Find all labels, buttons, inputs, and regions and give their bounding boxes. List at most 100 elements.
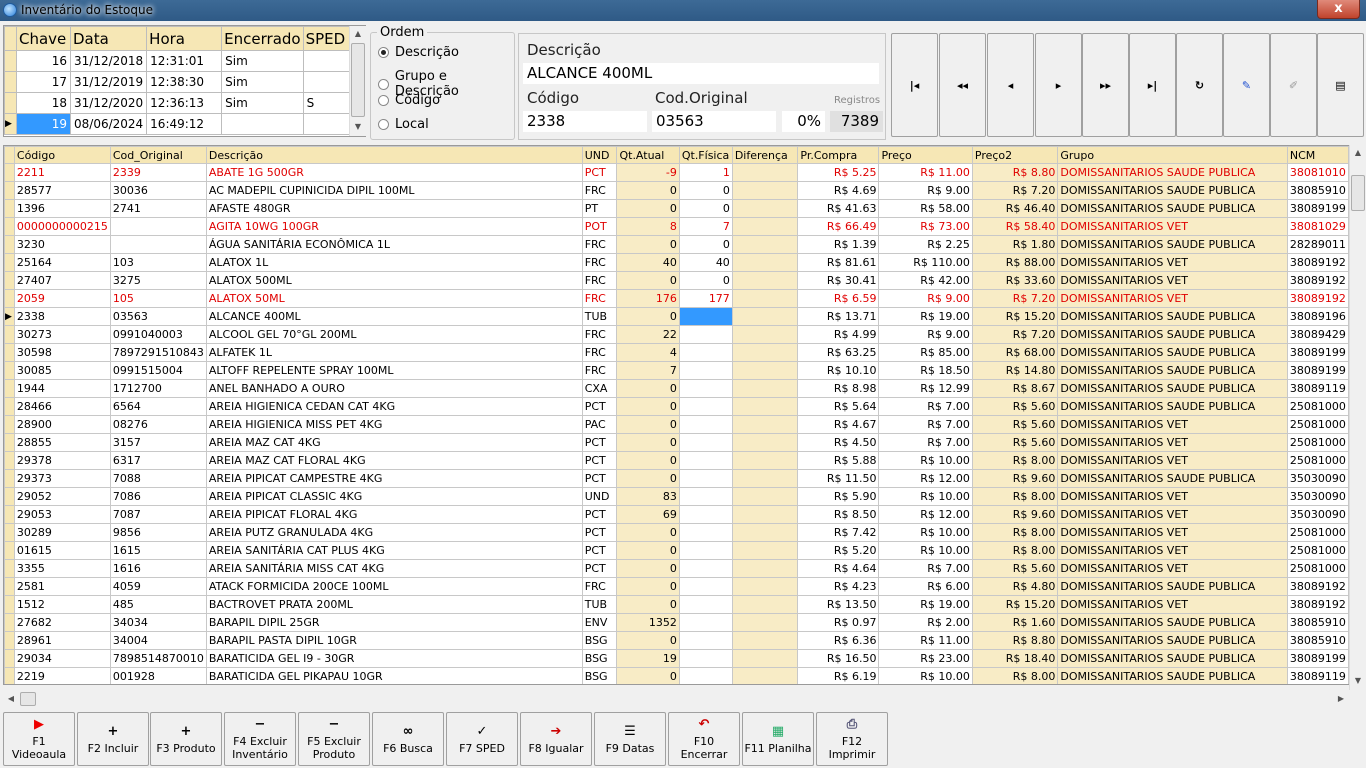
radio-dot[interactable] bbox=[378, 47, 389, 58]
cell-grupo[interactable]: DOMISSANITARIOS SAUDE PUBLICA bbox=[1057, 343, 1288, 362]
cell-diferenca[interactable] bbox=[731, 325, 799, 344]
cell-preco2[interactable]: R$ 7.20 bbox=[971, 325, 1059, 344]
cell-descricao[interactable]: AREIA PUTZ GRANULADA 4KG bbox=[205, 523, 583, 542]
cell-diferenca[interactable] bbox=[731, 397, 799, 416]
cell-preco2[interactable]: R$ 9.60 bbox=[971, 505, 1059, 524]
cell-pr-compra[interactable]: R$ 8.98 bbox=[797, 379, 880, 398]
scroll-down-icon[interactable]: ▼ bbox=[1350, 673, 1366, 689]
cell-codigo[interactable]: 3230 bbox=[13, 235, 111, 254]
cell-descricao[interactable]: BARATICIDA GEL I9 - 30GR bbox=[205, 649, 583, 668]
cell-grupo[interactable]: DOMISSANITARIOS VET bbox=[1057, 541, 1288, 560]
cell-diferenca[interactable] bbox=[731, 523, 799, 542]
cell-preco[interactable]: R$ 11.00 bbox=[878, 163, 973, 182]
cell-pr-compra[interactable]: R$ 66.49 bbox=[797, 217, 880, 236]
inventory-row[interactable]: 18 31/12/2020 12:36:13 Sim S bbox=[4, 92, 352, 114]
cell-preco[interactable]: R$ 10.00 bbox=[878, 541, 973, 560]
cell-und[interactable]: FRC bbox=[581, 577, 618, 596]
cell-codigo[interactable]: 29053 bbox=[13, 505, 111, 524]
cell-preco[interactable]: R$ 58.00 bbox=[878, 199, 973, 218]
cell-preco2[interactable]: R$ 15.20 bbox=[971, 595, 1059, 614]
cell-qt-fisica[interactable]: 0 bbox=[678, 235, 733, 254]
cell-preco[interactable]: R$ 18.50 bbox=[878, 361, 973, 380]
cell-qt-atual[interactable]: 0 bbox=[616, 469, 680, 488]
cell-preco[interactable]: R$ 12.00 bbox=[878, 505, 973, 524]
cell-pr-compra[interactable]: R$ 4.99 bbox=[797, 325, 880, 344]
cell-ncm[interactable]: 25081000 bbox=[1286, 451, 1349, 470]
cell-grupo[interactable]: DOMISSANITARIOS SAUDE PUBLICA bbox=[1057, 397, 1288, 416]
cell-grupo[interactable]: DOMISSANITARIOS VET bbox=[1057, 433, 1288, 452]
cell-qt-fisica[interactable]: 7 bbox=[678, 217, 733, 236]
cell-sped[interactable]: S bbox=[302, 92, 352, 114]
cell-ncm[interactable]: 38085910 bbox=[1286, 613, 1349, 632]
cell-preco2[interactable]: R$ 8.67 bbox=[971, 379, 1059, 398]
cell-ncm[interactable]: 38085910 bbox=[1286, 181, 1349, 200]
cell-codigo[interactable]: 2059 bbox=[13, 289, 111, 308]
cell-descricao[interactable]: AREIA SANITÁRIA CAT PLUS 4KG bbox=[205, 541, 583, 560]
cell-cod-original[interactable]: 7898514870010 bbox=[109, 649, 207, 668]
cell-codigo[interactable]: 2219 bbox=[13, 667, 111, 684]
cell-und[interactable]: FRC bbox=[581, 235, 618, 254]
cell-cod-original[interactable]: 105 bbox=[109, 289, 207, 308]
cell-qt-fisica[interactable]: 177 bbox=[678, 289, 733, 308]
cell-pr-compra[interactable]: R$ 81.61 bbox=[797, 253, 880, 272]
cell-descricao[interactable]: AREIA PIPICAT CLASSIC 4KG bbox=[205, 487, 583, 506]
cell-pr-compra[interactable]: R$ 0.97 bbox=[797, 613, 880, 632]
cell-preco2[interactable]: R$ 4.80 bbox=[971, 577, 1059, 596]
cell-preco[interactable]: R$ 7.00 bbox=[878, 433, 973, 452]
cell-preco[interactable]: R$ 12.00 bbox=[878, 469, 973, 488]
cell-diferenca[interactable] bbox=[731, 433, 799, 452]
cell-preco2[interactable]: R$ 14.80 bbox=[971, 361, 1059, 380]
cell-codigo[interactable]: 30598 bbox=[13, 343, 111, 362]
cell-cod-original[interactable]: 34004 bbox=[109, 631, 207, 650]
cell-descricao[interactable]: AC MADEPIL CUPINICIDA DIPIL 100ML bbox=[205, 181, 583, 200]
cell-und[interactable]: BSG bbox=[581, 649, 618, 668]
cell-codigo[interactable]: 2211 bbox=[13, 163, 111, 182]
excluir-inventario-button[interactable]: − F4 Excluir Inventário bbox=[224, 712, 296, 766]
radio-codigo[interactable]: Código bbox=[378, 93, 440, 108]
cell-und[interactable]: PAC bbox=[581, 415, 618, 434]
cell-qt-atual[interactable]: -9 bbox=[616, 163, 680, 182]
cell-qt-atual[interactable]: 1352 bbox=[616, 613, 680, 632]
cell-diferenca[interactable] bbox=[731, 577, 799, 596]
radio-local[interactable]: Local bbox=[378, 117, 429, 132]
cell-pr-compra[interactable]: R$ 5.64 bbox=[797, 397, 880, 416]
cell-diferenca[interactable] bbox=[731, 217, 799, 236]
cell-preco[interactable]: R$ 10.00 bbox=[878, 523, 973, 542]
cell-qt-atual[interactable]: 0 bbox=[616, 631, 680, 650]
cell-grupo[interactable]: DOMISSANITARIOS SAUDE PUBLICA bbox=[1057, 163, 1288, 182]
cell-preco[interactable]: R$ 7.00 bbox=[878, 397, 973, 416]
cell-grupo[interactable]: DOMISSANITARIOS VET bbox=[1057, 451, 1288, 470]
cell-grupo[interactable]: DOMISSANITARIOS SAUDE PUBLICA bbox=[1057, 181, 1288, 200]
cell-grupo[interactable]: DOMISSANITARIOS VET bbox=[1057, 487, 1288, 506]
cell-grupo[interactable]: DOMISSANITARIOS SAUDE PUBLICA bbox=[1057, 667, 1288, 684]
cell-codigo[interactable]: 1396 bbox=[13, 199, 111, 218]
cell-cod-original[interactable]: 001928 bbox=[109, 667, 207, 684]
cell-ncm[interactable]: 25081000 bbox=[1286, 559, 1349, 578]
cell-qt-atual[interactable]: 0 bbox=[616, 433, 680, 452]
cell-grupo[interactable]: DOMISSANITARIOS VET bbox=[1057, 559, 1288, 578]
cell-ncm[interactable]: 25081000 bbox=[1286, 523, 1349, 542]
cell-ncm[interactable]: 38089196 bbox=[1286, 307, 1349, 326]
cell-qt-atual[interactable]: 0 bbox=[616, 451, 680, 470]
table-row[interactable]: 28961 34004 BARAPIL PASTA DIPIL 10GR BSG 0 R$… bbox=[4, 631, 1349, 650]
cell-preco[interactable]: R$ 12.99 bbox=[878, 379, 973, 398]
table-row[interactable]: 28855 3157 AREIA MAZ CAT 4KG PCT 0 R$ 4.50 R$ … bbox=[4, 433, 1349, 452]
cell-pr-compra[interactable]: R$ 6.36 bbox=[797, 631, 880, 650]
cell-descricao[interactable]: AREIA MAZ CAT 4KG bbox=[205, 433, 583, 452]
cell-ncm[interactable]: 38089199 bbox=[1286, 361, 1349, 380]
cell-grupo[interactable]: DOMISSANITARIOS SAUDE PUBLICA bbox=[1057, 613, 1288, 632]
cell-cod-original[interactable]: 7087 bbox=[109, 505, 207, 524]
cell-descricao[interactable]: BARAPIL DIPIL 25GR bbox=[205, 613, 583, 632]
cell-codigo[interactable]: 27407 bbox=[13, 271, 111, 290]
cell-pr-compra[interactable]: R$ 4.64 bbox=[797, 559, 880, 578]
col-pr-compra[interactable]: Pr.Compra bbox=[797, 146, 880, 164]
cell-cod-original[interactable]: 3275 bbox=[109, 271, 207, 290]
prior-page-icon[interactable]: ◂◂ bbox=[939, 33, 986, 137]
cell-grupo[interactable]: DOMISSANITARIOS VET bbox=[1057, 505, 1288, 524]
cell-diferenca[interactable] bbox=[731, 163, 799, 182]
cell-qt-atual[interactable]: 0 bbox=[616, 199, 680, 218]
cell-codigo[interactable]: 30289 bbox=[13, 523, 111, 542]
cell-diferenca[interactable] bbox=[731, 289, 799, 308]
table-row[interactable]: 1512 485 BACTROVET PRATA 200ML TUB 0 R$ 13.50… bbox=[4, 595, 1349, 614]
cell-grupo[interactable]: DOMISSANITARIOS VET bbox=[1057, 289, 1288, 308]
